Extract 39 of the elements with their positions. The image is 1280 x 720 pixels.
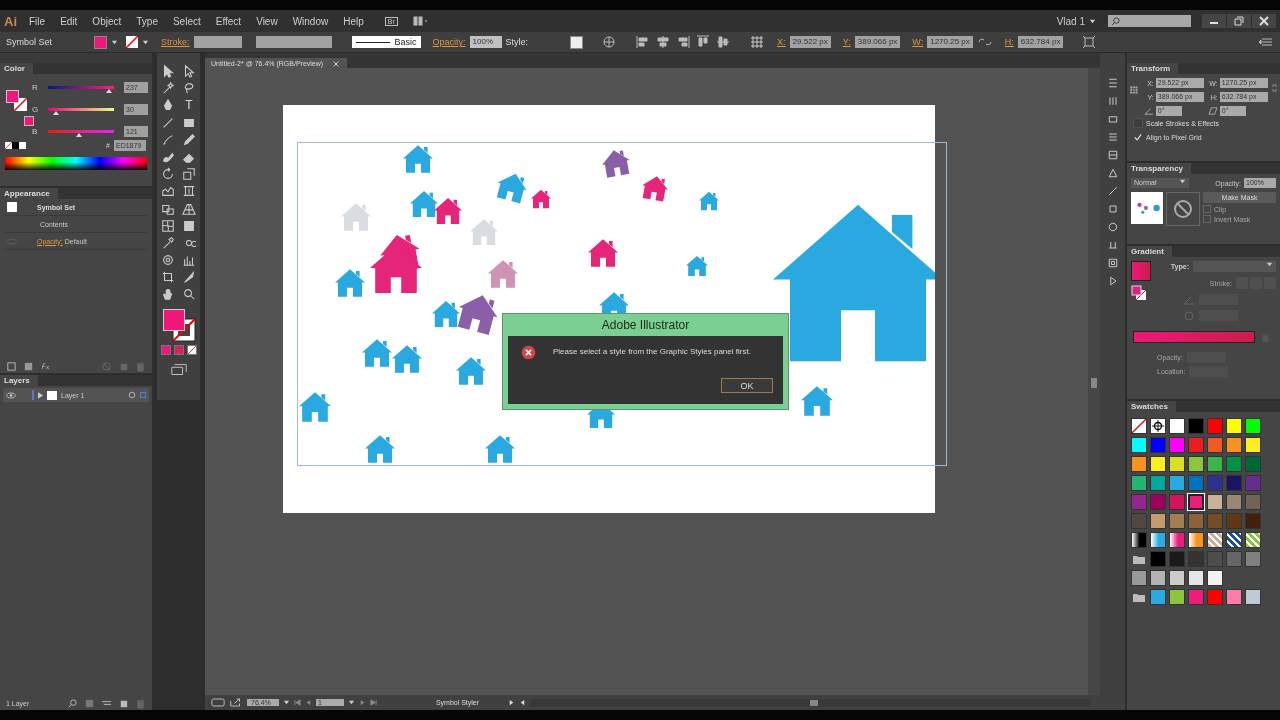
dialog-title: Adobe Illustrator — [600, 317, 691, 334]
panel-tab[interactable]: Transparency — [1127, 163, 1192, 174]
panel-tab[interactable]: Swatches — [1127, 401, 1176, 412]
menu-item[interactable]: Window — [292, 15, 329, 27]
menu-item[interactable]: Edit — [60, 15, 78, 27]
workspace-switcher[interactable]: Vlad 1 — [1056, 15, 1085, 27]
opacity-link[interactable]: Opacity: — [432, 37, 466, 47]
menu-item[interactable]: Type — [136, 15, 158, 27]
dialog-message: Please select a style from the Graphic Styles panel first. — [553, 347, 751, 356]
panel-tab[interactable]: Color — [0, 63, 33, 74]
w-label: W: — [912, 37, 924, 47]
stroke-style-dropdown[interactable]: Basic — [351, 36, 421, 48]
width-field[interactable]: 1270.25 px — [927, 36, 973, 48]
panel-tab[interactable]: Gradient — [1127, 246, 1172, 257]
panel-tab[interactable]: Appearance — [0, 188, 58, 199]
opacity-field[interactable]: 100% — [469, 36, 502, 48]
app-logo[interactable]: Ai — [4, 13, 17, 29]
menu-item[interactable]: Effect — [215, 15, 242, 27]
y-label: Y: — [842, 37, 851, 47]
channel-label: G — [32, 105, 40, 114]
panel-tab[interactable]: Transform — [1127, 63, 1179, 74]
menu-item[interactable]: File — [29, 15, 46, 27]
menu-item[interactable]: Select — [172, 15, 201, 27]
x-field[interactable]: 29.522 px — [789, 36, 831, 48]
selection-label: Symbol Set — [6, 37, 53, 47]
h-label: H: — [1004, 37, 1014, 47]
x-label: X: — [777, 37, 786, 47]
menu-item[interactable]: Object — [92, 15, 122, 27]
menu-item[interactable]: View — [256, 15, 278, 27]
y-field[interactable]: 389.066 px — [854, 36, 901, 48]
channel-label: B — [32, 127, 39, 136]
menu-item[interactable]: Help — [343, 15, 364, 27]
panel-tab[interactable]: Layers — [0, 375, 38, 386]
style-label: Style: — [505, 37, 529, 47]
height-field[interactable]: 632.784 px — [1017, 36, 1064, 48]
channel-label: R — [32, 83, 39, 92]
type-tool[interactable]: T — [181, 97, 197, 114]
ok-button[interactable]: OK — [721, 378, 773, 393]
stroke-link[interactable]: Stroke: — [161, 37, 190, 47]
